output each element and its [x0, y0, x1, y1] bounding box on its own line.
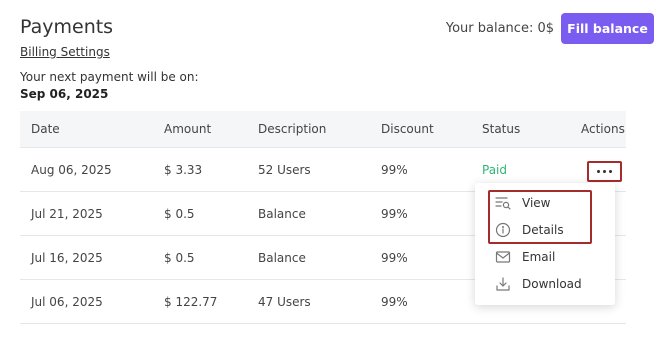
billing-settings-link[interactable]: Billing Settings — [20, 45, 110, 59]
row-actions-button[interactable] — [587, 161, 622, 182]
next-payment-date: Sep 06, 2025 — [20, 87, 109, 101]
menu-item-label: Email — [522, 250, 556, 264]
menu-item-details[interactable]: Details — [495, 219, 564, 241]
column-header-actions: Actions — [581, 122, 625, 136]
cell-amount: $ 122.77 — [164, 294, 218, 309]
cell-amount: $ 3.33 — [164, 162, 203, 177]
column-header-status: Status — [482, 122, 521, 136]
menu-item-download[interactable]: Download — [495, 273, 582, 295]
menu-item-email[interactable]: Email — [495, 246, 555, 268]
menu-item-label: Details — [522, 223, 564, 237]
cell-amount: $ 0.5 — [164, 250, 195, 265]
cell-amount: $ 0.5 — [164, 206, 195, 221]
cell-discount: 99% — [381, 206, 408, 221]
cell-discount: 99% — [381, 294, 408, 309]
mail-icon — [495, 251, 511, 263]
column-header-description: Description — [258, 122, 327, 136]
menu-item-label: View — [522, 196, 551, 210]
table-header: Date Amount Description Discount Status … — [20, 111, 626, 148]
cell-date: Jul 21, 2025 — [31, 206, 103, 221]
cell-date: Jul 06, 2025 — [31, 294, 103, 309]
page-title: Payments — [20, 16, 114, 38]
view-list-icon — [495, 197, 511, 210]
cell-date: Jul 16, 2025 — [31, 250, 103, 265]
cell-date: Aug 06, 2025 — [31, 162, 112, 177]
cell-discount: 99% — [381, 162, 408, 177]
column-header-discount: Discount — [381, 122, 434, 136]
dot — [597, 170, 600, 173]
balance-label: Your balance: 0$ — [445, 21, 554, 36]
info-icon — [495, 222, 511, 238]
actions-menu: View Details Email Download — [475, 183, 615, 305]
cell-description: 47 Users — [258, 294, 311, 309]
cell-description: 52 Users — [258, 162, 311, 177]
column-header-amount: Amount — [164, 122, 212, 136]
menu-item-view[interactable]: View — [495, 192, 550, 214]
column-header-date: Date — [31, 122, 60, 136]
dot — [603, 170, 606, 173]
cell-description: Balance — [258, 250, 306, 265]
menu-item-label: Download — [522, 277, 582, 291]
cell-discount: 99% — [381, 250, 408, 265]
dot — [609, 170, 612, 173]
fill-balance-button[interactable]: Fill balance — [561, 13, 654, 44]
download-icon — [496, 277, 510, 291]
next-payment-label: Your next payment will be on: — [20, 70, 199, 84]
cell-description: Balance — [258, 206, 306, 221]
status-badge: Paid — [482, 162, 508, 177]
